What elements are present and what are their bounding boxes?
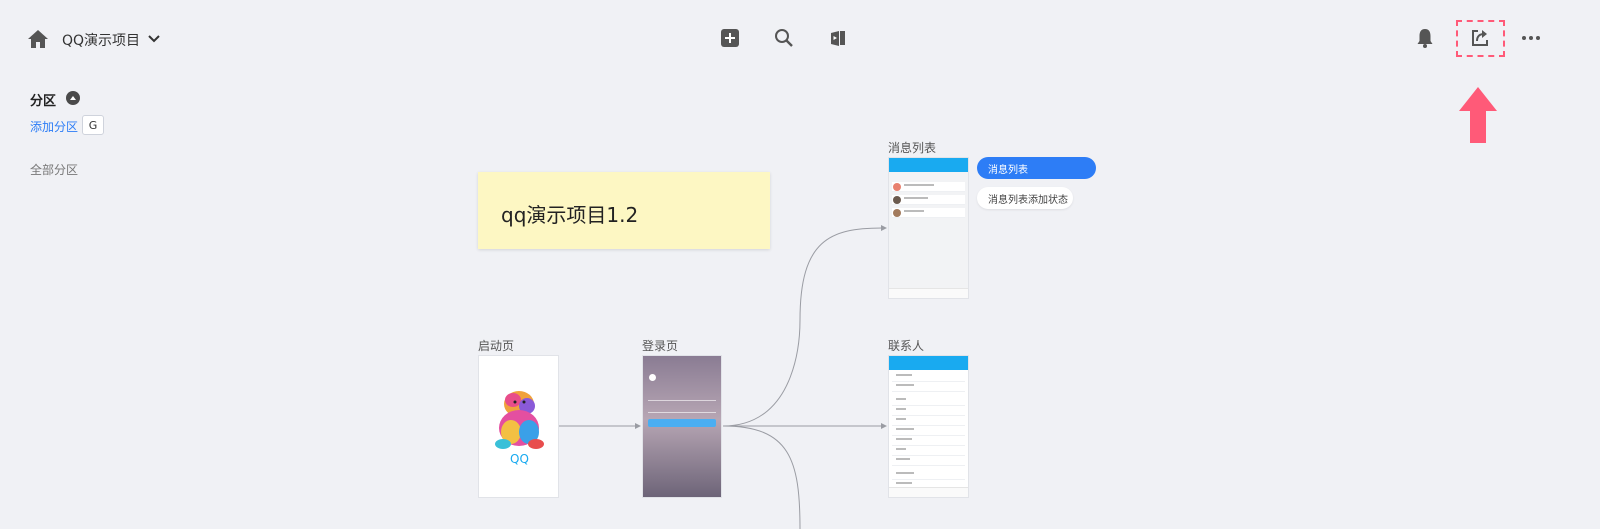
messages-tab-bar — [889, 288, 968, 298]
frame-login[interactable] — [642, 355, 722, 498]
list-item — [892, 195, 965, 205]
sticky-note[interactable]: qq演示项目1.2 — [478, 172, 770, 249]
search-icon — [775, 29, 793, 47]
section-title: 分区 — [30, 94, 57, 109]
section-collapse-button[interactable] — [66, 91, 80, 105]
add-section-link[interactable]: 添加分区 — [30, 118, 78, 135]
login-password-line — [648, 412, 716, 413]
chevron-down-icon[interactable] — [147, 33, 161, 45]
list-item — [892, 396, 965, 406]
share-button[interactable] — [1469, 27, 1491, 49]
arrow-up-icon — [1459, 87, 1497, 143]
add-icon — [721, 29, 739, 47]
login-logo — [649, 374, 656, 381]
list-item — [892, 208, 965, 218]
login-submit-bar — [648, 419, 716, 427]
state-message-list[interactable]: 消息列表 — [977, 157, 1096, 179]
list-item — [892, 446, 965, 456]
all-sections-item[interactable]: 全部分区 — [30, 161, 78, 178]
list-item — [892, 416, 965, 426]
shortcut-badge: G — [82, 115, 104, 135]
state-message-list-added[interactable]: 消息列表添加状态 — [977, 187, 1073, 209]
list-item — [892, 456, 965, 466]
frame-messages[interactable] — [888, 157, 969, 299]
connector-login-down — [722, 425, 801, 529]
connector-login-messages — [722, 227, 883, 427]
list-item — [892, 182, 965, 192]
messages-header-bar — [889, 158, 968, 172]
share-icon — [1472, 30, 1488, 46]
login-username-line — [648, 400, 716, 401]
connector-arrowhead — [635, 423, 641, 429]
flow-connectors — [559, 225, 887, 529]
sticky-note-text: qq演示项目1.2 — [501, 203, 639, 227]
frame-label-messages: 消息列表 — [888, 141, 937, 155]
add-button[interactable] — [719, 27, 741, 49]
notifications-button[interactable] — [1414, 27, 1436, 49]
list-item — [892, 382, 965, 392]
contacts-tab-bar — [889, 487, 968, 497]
frame-label-contacts: 联系人 — [888, 339, 925, 353]
contacts-header-bar — [889, 356, 968, 370]
frame-label-login: 登录页 — [642, 339, 679, 353]
caret-up-icon — [70, 96, 76, 100]
more-icon — [1522, 36, 1540, 40]
frame-label-splash: 启动页 — [478, 339, 515, 353]
list-item — [892, 372, 965, 382]
list-item — [892, 436, 965, 446]
list-item — [892, 426, 965, 436]
top-bar: QQ演示项目 — [0, 0, 1600, 78]
preview-icon — [831, 31, 845, 46]
preview-button[interactable] — [827, 27, 849, 49]
bell-icon — [1417, 29, 1433, 48]
connector-arrowhead — [881, 225, 887, 231]
home-icon[interactable] — [27, 29, 49, 49]
list-item — [892, 470, 965, 480]
frame-contacts[interactable] — [888, 355, 969, 498]
project-title: QQ演示项目 — [62, 33, 141, 49]
connector-arrowhead — [881, 423, 887, 429]
frame-splash[interactable]: QQ — [478, 355, 559, 498]
qq-penguin-logo — [495, 391, 544, 449]
list-item — [892, 406, 965, 416]
splash-logo-text: QQ — [510, 452, 529, 466]
search-button[interactable] — [773, 27, 795, 49]
more-button[interactable] — [1520, 27, 1542, 49]
